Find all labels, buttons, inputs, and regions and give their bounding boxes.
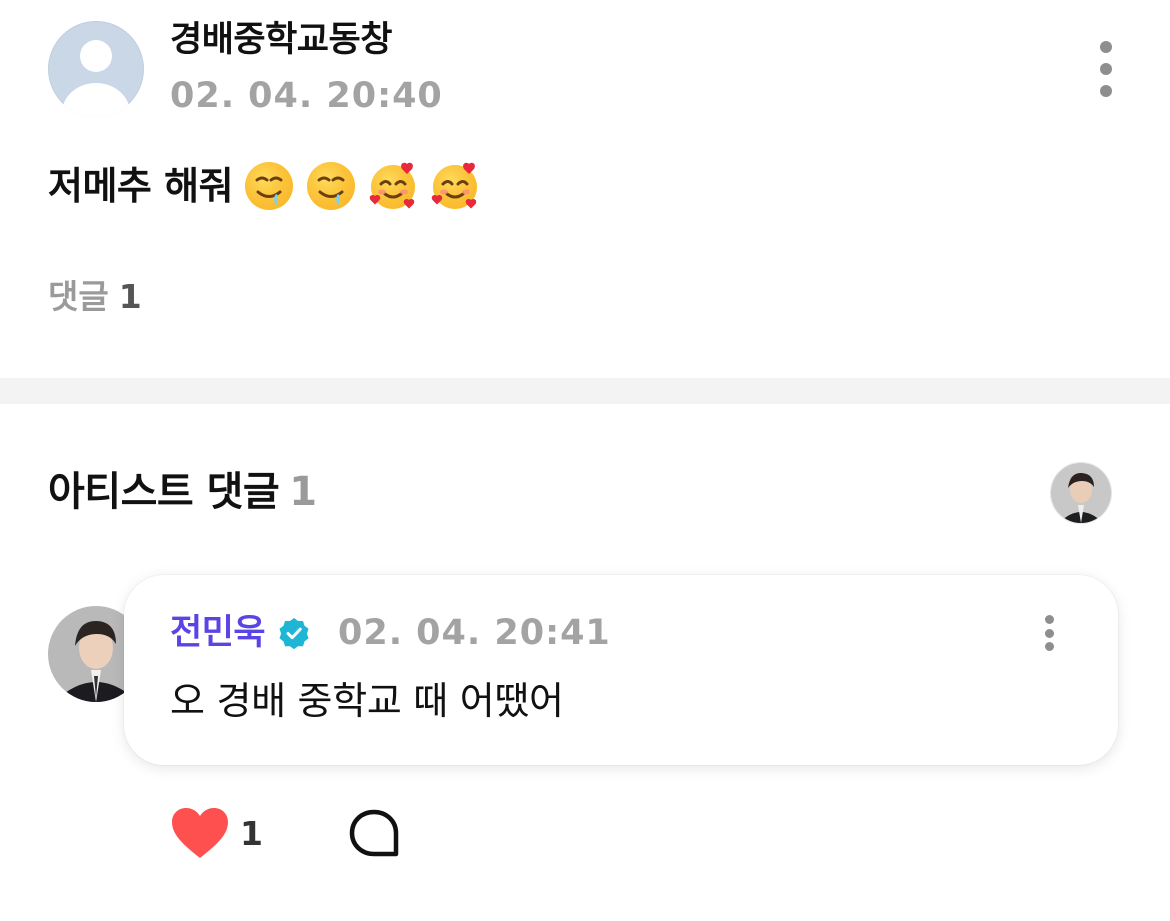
post-more-options-icon[interactable] (1099, 41, 1113, 97)
artist-comments-title: 아티스트 댓글 (48, 469, 280, 515)
post: 경배중학교동창 02. 04. 20:40 저메추 해줘 댓글 1 (0, 0, 1170, 378)
comment-body-text: 오 경배 중학교 때 어땠어 (170, 679, 564, 723)
kebab-dot (1100, 85, 1112, 97)
default-avatar-head (80, 40, 112, 72)
verified-badge-icon (279, 618, 309, 649)
drooling-face-emoji-icon (307, 162, 356, 210)
smiling-face-with-hearts-emoji-icon (431, 162, 478, 209)
drooling-face-emoji-icon (245, 162, 294, 210)
comment-author-name[interactable]: 전민욱 (170, 611, 266, 655)
like-count: 1 (240, 814, 263, 853)
comment-timestamp: 02. 04. 20:41 (338, 613, 611, 653)
reply-speech-bubble-icon[interactable] (348, 808, 400, 860)
post-author-name[interactable]: 경배중학교동창 (170, 18, 392, 62)
default-avatar-body (62, 83, 130, 117)
comment-more-options-icon[interactable] (1043, 615, 1055, 651)
post-timestamp: 02. 04. 20:40 (170, 76, 443, 116)
post-body-text: 저메추 해줘 (48, 164, 234, 208)
smiling-face-with-hearts-emoji-icon (369, 162, 416, 209)
comment-count-label: 댓글 (48, 277, 109, 316)
artist-thumbnail-avatar[interactable] (1050, 462, 1112, 524)
section-divider (0, 378, 1170, 404)
kebab-dot (1044, 615, 1054, 624)
heart-icon[interactable] (170, 806, 230, 862)
artist-comments-count: 1 (289, 469, 317, 515)
kebab-dot (1100, 41, 1112, 53)
artist-comments-heading: 아티스트 댓글 1 (48, 466, 317, 518)
author-avatar[interactable] (48, 21, 144, 117)
artist-comment-card: 전민욱 02. 04. 20:41 오 경배 중학교 때 어땠어 (124, 575, 1118, 765)
post-comment-count[interactable]: 댓글 1 (48, 276, 142, 318)
fan-post-page: 경배중학교동창 02. 04. 20:40 저메추 해줘 댓글 1 아티스트 댓… (0, 0, 1170, 921)
kebab-dot (1100, 63, 1112, 75)
kebab-dot (1044, 642, 1054, 651)
comment-count-value: 1 (118, 277, 142, 316)
kebab-dot (1044, 628, 1054, 638)
post-body: 저메추 해줘 (48, 158, 491, 214)
